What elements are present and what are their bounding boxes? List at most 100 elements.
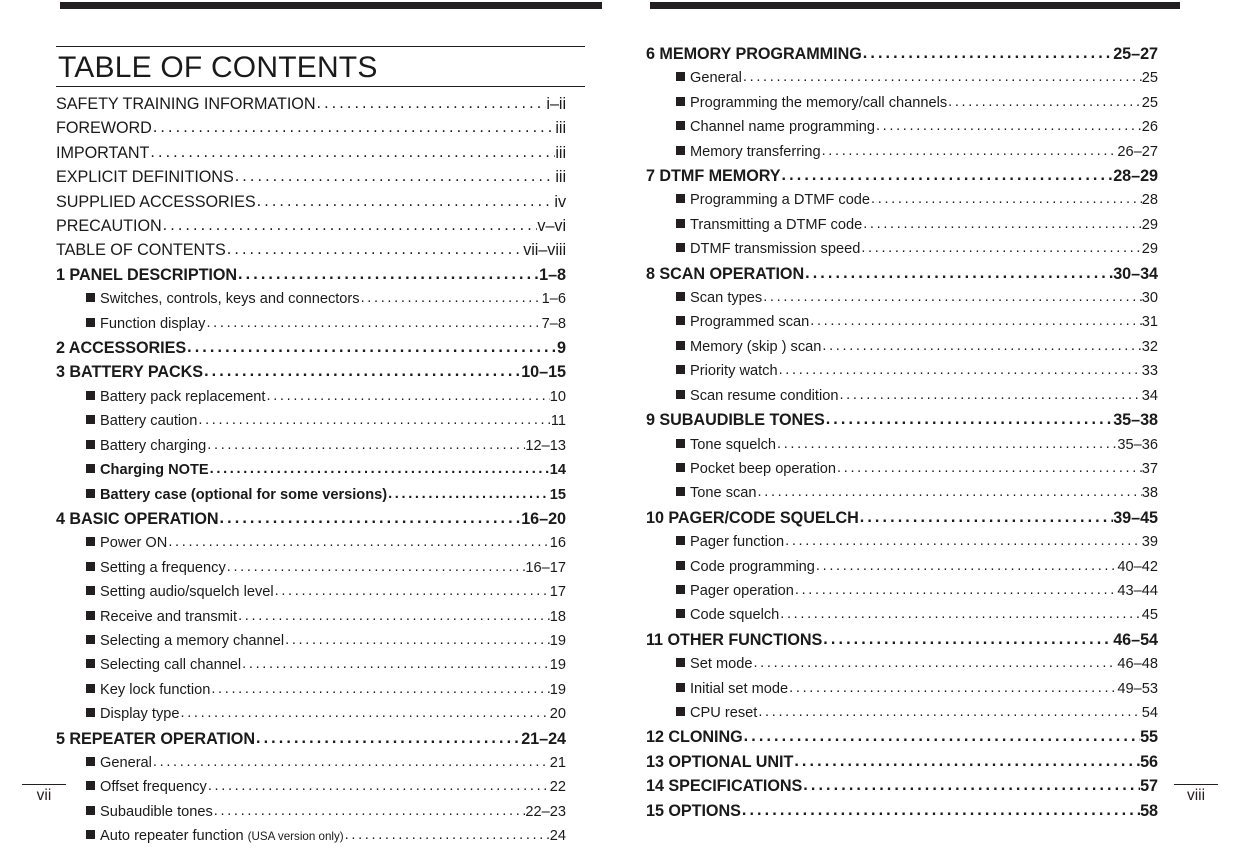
toc-sub-entry[interactable]: Scan types 30 [646, 286, 1158, 310]
dot-leader [805, 261, 1113, 285]
toc-sub-entry[interactable]: Pocket beep operation 37 [646, 457, 1158, 481]
toc-entry-label: TABLE OF CONTENTS [56, 241, 226, 260]
toc-entry-label: Scan resume condition [690, 387, 839, 404]
dot-leader [163, 213, 538, 237]
toc-sub-entry[interactable]: Programmed scan 31 [646, 310, 1158, 334]
toc-sub-entry[interactable]: Pager operation 43–44 [646, 579, 1158, 603]
toc-sub-entry[interactable]: Subaudible tones 22–23 [56, 800, 566, 824]
toc-sub-entry[interactable]: Code programming 40–42 [646, 555, 1158, 579]
toc-entry-label: Receive and transmit [100, 608, 238, 625]
bullet-square-icon [86, 464, 95, 474]
toc-entry-label: Programming the memory/call channels [690, 94, 948, 111]
toc-chapter-entry[interactable]: 14 SPECIFICATIONS 57 [646, 774, 1158, 798]
dot-leader [795, 578, 1118, 602]
toc-chapter-entry[interactable]: SUPPLIED ACCESSORIES iv [56, 190, 566, 214]
toc-chapter-entry[interactable]: 7 DTMF MEMORY 28–29 [646, 164, 1158, 188]
toc-chapter-entry[interactable]: 11 OTHER FUNCTIONS 46–54 [646, 628, 1158, 652]
toc-chapter-entry[interactable]: 6 MEMORY PROGRAMMING 25–27 [646, 42, 1158, 66]
toc-chapter-entry[interactable]: SAFETY TRAINING INFORMATION i–ii [56, 92, 566, 116]
toc-sub-entry[interactable]: Memory (skip ) scan 32 [646, 335, 1158, 359]
toc-sub-entry[interactable]: Programming a DTMF code 28 [646, 188, 1158, 212]
toc-entry-label: Code squelch [690, 607, 780, 624]
dot-leader [210, 457, 550, 481]
toc-sub-entry[interactable]: General 25 [646, 66, 1158, 90]
dot-leader [235, 164, 556, 188]
toc-sub-entry[interactable]: Set mode 46–48 [646, 652, 1158, 676]
toc-sub-entry[interactable]: Charging NOTE 14 [56, 458, 566, 482]
toc-sub-entry[interactable]: Function display 7–8 [56, 312, 566, 336]
toc-sub-entry[interactable]: Auto repeater function (USA version only… [56, 824, 566, 849]
toc-chapter-entry[interactable]: PRECAUTION v–vi [56, 214, 566, 238]
dot-leader [948, 90, 1142, 114]
bullet-square-icon [86, 659, 95, 669]
toc-sub-entry[interactable]: Battery charging 12–13 [56, 434, 566, 458]
toc-sub-entry[interactable]: Selecting a memory channel 19 [56, 629, 566, 653]
dot-leader [361, 286, 542, 310]
toc-page-number: 43–44 [1117, 582, 1158, 599]
toc-page-number: 16 [549, 535, 566, 552]
toc-chapter-entry[interactable]: 12 CLONING 55 [646, 725, 1158, 749]
toc-chapter-entry[interactable]: 9 SUBAUDIBLE TONES 35–38 [646, 408, 1158, 432]
toc-sub-entry[interactable]: Battery pack replacement 10 [56, 385, 566, 409]
bullet-square-icon [676, 194, 685, 204]
toc-sub-entry[interactable]: Tone squelch 35–36 [646, 433, 1158, 457]
toc-sub-entry[interactable]: Key lock function 19 [56, 678, 566, 702]
toc-sub-entry[interactable]: Offset frequency 22 [56, 775, 566, 799]
toc-sub-entry[interactable]: Tone scan 38 [646, 481, 1158, 505]
toc-sub-entry[interactable]: Receive and transmit 18 [56, 605, 566, 629]
bullet-square-icon [676, 438, 685, 448]
toc-chapter-entry[interactable]: 3 BATTERY PACKS 10–15 [56, 360, 566, 384]
toc-sub-entry[interactable]: Power ON 16 [56, 531, 566, 555]
toc-page-number: iii [555, 119, 566, 138]
toc-chapter-entry[interactable]: 2 ACCESSORIES 9 [56, 336, 566, 360]
toc-chapter-entry[interactable]: 15 OPTIONS 58 [646, 799, 1158, 823]
toc-sub-entry[interactable]: Initial set mode 49–53 [646, 677, 1158, 701]
toc-sub-entry[interactable]: Setting a frequency 16–17 [56, 556, 566, 580]
toc-sub-entry[interactable]: Pager function 39 [646, 530, 1158, 554]
toc-sub-entry[interactable]: Setting audio/squelch level 17 [56, 580, 566, 604]
toc-chapter-entry[interactable]: 4 BASIC OPERATION 16–20 [56, 507, 566, 531]
toc-sub-entry[interactable]: Battery caution 11 [56, 409, 566, 433]
toc-entry-label: Transmitting a DTMF code [690, 216, 863, 233]
dot-leader [876, 114, 1142, 138]
bullet-square-icon [86, 561, 95, 571]
toc-page-number: 31 [1141, 314, 1158, 331]
toc-sub-entry[interactable]: Channel name programming 26 [646, 115, 1158, 139]
toc-chapter-entry[interactable]: 13 OPTIONAL UNIT 56 [646, 750, 1158, 774]
page-spread: TABLE OF CONTENTS SAFETY TRAINING INFORM… [0, 0, 1240, 844]
toc-entry-label: IMPORTANT [56, 143, 150, 162]
toc-sub-entry[interactable]: Selecting call channel 19 [56, 653, 566, 677]
toc-chapter-entry[interactable]: 5 REPEATER OPERATION 21–24 [56, 727, 566, 751]
toc-chapter-entry[interactable]: EXPLICIT DEFINITIONS iii [56, 165, 566, 189]
toc-chapter-entry[interactable]: IMPORTANT iii [56, 141, 566, 165]
toc-sub-entry[interactable]: Programming the memory/call channels 25 [646, 91, 1158, 115]
toc-sub-entry[interactable]: Display type 20 [56, 702, 566, 726]
toc-sub-entry[interactable]: Code squelch 45 [646, 603, 1158, 627]
toc-entry-label: 4 BASIC OPERATION [56, 509, 219, 528]
toc-chapter-entry[interactable]: FOREWORD iii [56, 116, 566, 140]
toc-sub-entry[interactable]: Scan resume condition 34 [646, 384, 1158, 408]
toc-chapter-entry[interactable]: TABLE OF CONTENTS vii–viii [56, 238, 566, 262]
dot-leader [782, 163, 1114, 187]
toc-sub-entry[interactable]: General 21 [56, 751, 566, 775]
toc-chapter-entry[interactable]: 10 PAGER/CODE SQUELCH 39–45 [646, 506, 1158, 530]
toc-sub-entry[interactable]: Memory transferring 26–27 [646, 140, 1158, 164]
toc-sub-entry[interactable]: Priority watch 33 [646, 359, 1158, 383]
toc-entry-label: Channel name programming [690, 119, 875, 136]
toc-sub-entry[interactable]: DTMF transmission speed 29 [646, 237, 1158, 261]
folio-number: vii [36, 787, 52, 804]
toc-sub-entry[interactable]: Switches, controls, keys and connectors 1… [56, 287, 566, 311]
toc-sub-entry[interactable]: Transmitting a DTMF code 29 [646, 213, 1158, 237]
toc-page-number: 35–38 [1113, 411, 1158, 430]
toc-sub-entry[interactable]: Battery case (optional for some versions… [56, 483, 566, 507]
toc-entry-label: SUPPLIED ACCESSORIES [56, 192, 256, 211]
bullet-square-icon [676, 145, 685, 155]
toc-entry-label: 8 SCAN OPERATION [646, 264, 805, 283]
toc-entry-label: 10 PAGER/CODE SQUELCH [646, 508, 859, 527]
toc-sub-entry[interactable]: CPU reset 54 [646, 701, 1158, 725]
toc-entry-label: SAFETY TRAINING INFORMATION [56, 95, 316, 113]
dot-leader [810, 309, 1142, 333]
toc-entry-label: Programming a DTMF code [690, 192, 871, 209]
toc-chapter-entry[interactable]: 1 PANEL DESCRIPTION 1–8 [56, 263, 566, 287]
toc-chapter-entry[interactable]: 8 SCAN OPERATION 30–34 [646, 262, 1158, 286]
